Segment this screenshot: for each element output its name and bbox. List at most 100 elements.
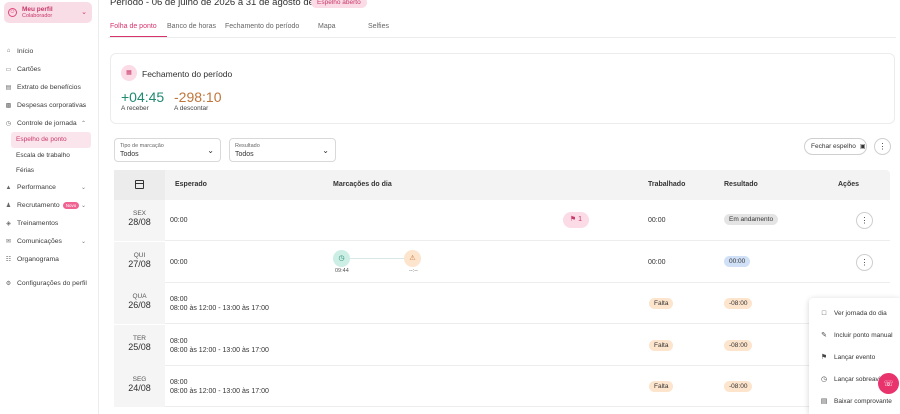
table-row: TER 25/08 08:00 08:00 às 12:00 - 13:00 à… xyxy=(114,325,890,366)
row-actions-button[interactable]: ⋮ xyxy=(856,212,873,229)
sidebar-item-label: Comunicações xyxy=(17,238,62,245)
tab-mapa[interactable]: Mapa xyxy=(318,23,368,37)
chart-icon: ▲ xyxy=(5,184,12,191)
sidebar-item-controle[interactable]: ◷ Controle de jornada ⌃ xyxy=(0,114,99,132)
menu-item-ver-jornada[interactable]: □ Ver jornada do dia xyxy=(809,306,887,320)
date-cell: SEG 24/08 xyxy=(114,366,165,407)
sidebar-item-treinamentos[interactable]: ◈ Treinamentos xyxy=(0,215,99,233)
receipt-icon: ▤ xyxy=(5,84,12,91)
menu-item-lancar-evento[interactable]: ⚑ Lançar evento xyxy=(809,350,875,364)
chevron-down-icon: ⌄ xyxy=(80,239,86,245)
chevron-down-icon: ⌄ xyxy=(322,146,329,155)
event-flag-button[interactable]: ⚑ 1 xyxy=(563,212,589,228)
fechar-espelho-button[interactable]: Fechar espelho ▣ xyxy=(804,138,867,155)
megaphone-icon: ✉ xyxy=(5,239,12,245)
result-badge: -08:00 xyxy=(724,340,753,351)
absence-badge: Falta xyxy=(649,340,674,351)
expected-schedule: 08:00 às 12:00 - 13:00 às 17:00 xyxy=(170,388,269,395)
sidebar-subitem-ferias[interactable]: Férias xyxy=(0,163,99,179)
lock-calendar-icon: ▣ xyxy=(859,144,866,150)
page-title: Período - 06 de julho de 2026 a 31 de ag… xyxy=(110,0,338,8)
result-badge: Em andamento xyxy=(724,214,779,225)
profile-name: Meu perfil xyxy=(22,5,53,13)
people-icon: ♟ xyxy=(5,203,12,209)
sidebar-item-despesas[interactable]: ▩ Despesas corporativas ⌄ xyxy=(0,96,99,114)
tab-banco-de-horas[interactable]: Banco de horas xyxy=(167,23,225,37)
sidebar-item-label: Início xyxy=(17,47,34,55)
home-icon: ⌂ xyxy=(6,48,11,54)
tipo-marcacao-select[interactable]: Tipo de marcação Todos ⌄ xyxy=(114,138,221,162)
button-label: Fechar espelho xyxy=(811,143,856,150)
expected-schedule: 08:00 às 12:00 - 13:00 às 17:00 xyxy=(170,305,269,312)
sidebar-item-label: Controle de jornada xyxy=(17,119,77,127)
descontar-label: A descontar xyxy=(174,105,209,112)
expected-hours: 08:00 08:00 às 12:00 - 13:00 às 17:00 xyxy=(170,378,269,396)
descontar-value: -298:10 xyxy=(174,89,222,105)
receipt-icon: ▤ xyxy=(820,398,828,405)
sidebar-item-extrato[interactable]: ▤ Extrato de benefícios xyxy=(0,78,99,96)
menu-item-incluir-ponto[interactable]: ✎ Incluir ponto manual xyxy=(809,328,892,342)
expected-hours: 08:00 08:00 às 12:00 - 13:00 às 17:00 xyxy=(170,295,269,313)
table-row: SEG 24/08 08:00 08:00 às 12:00 - 13:00 à… xyxy=(114,366,890,407)
summary-title: Fechamento do período xyxy=(142,69,233,79)
support-chat-button[interactable]: ☏ xyxy=(878,373,899,394)
select-value: Todos xyxy=(120,151,139,158)
sidebar-item-cartoes[interactable]: ▭ Cartões xyxy=(0,60,99,78)
row-actions-menu: □ Ver jornada do dia ✎ Incluir ponto manua… xyxy=(809,298,900,414)
table-row: QUI 27/08 00:00 ◷ 09:44 ⚠ --:-- 00:00 00… xyxy=(114,242,890,283)
absence-badge: Falta xyxy=(649,381,674,392)
menu-item-label: Baixar comprovante xyxy=(834,397,892,405)
profile-menu[interactable]: ☺ Meu perfil Colaborador ⌄ xyxy=(4,2,92,23)
absence-badge: Falta xyxy=(649,298,674,309)
calendar-icon xyxy=(135,180,144,189)
menu-item-baixar-comprovante[interactable]: ▤ Baixar comprovante xyxy=(809,394,892,408)
select-label: Tipo de marcação xyxy=(120,143,164,149)
flag-count: 1 xyxy=(578,216,583,223)
sidebar-subitem-espelho[interactable]: Espelho de ponto xyxy=(11,132,91,148)
resultado-select[interactable]: Resultado Todos ⌄ xyxy=(229,138,336,162)
weekday: TER xyxy=(133,335,146,342)
sidebar-item-inicio[interactable]: ⌂ Início xyxy=(0,42,99,60)
row-actions-button[interactable]: ⋮ xyxy=(856,254,873,271)
result-badge: -08:00 xyxy=(724,381,753,392)
flag-icon: ⚑ xyxy=(820,354,828,361)
header-trabalhado: Trabalhado xyxy=(648,181,686,188)
tab-fechamento[interactable]: Fechamento do período xyxy=(225,23,318,37)
chevron-down-icon: ⌄ xyxy=(80,185,86,191)
tab-bar: Folha de ponto Banco de horas Fechamento… xyxy=(110,23,408,37)
table-header: Esperado Marcações do dia Trabalhado Res… xyxy=(114,170,890,200)
clock-icon: ◷ xyxy=(820,376,828,383)
sidebar-item-label: Cartões xyxy=(17,65,41,73)
tabs-divider xyxy=(108,37,896,38)
tab-folha-de-ponto[interactable]: Folha de ponto xyxy=(110,23,167,37)
chevron-down-icon: ⌄ xyxy=(80,203,86,209)
sidebar-nav: ⌂ Início ▭ Cartões ▤ Extrato de benefícios … xyxy=(0,42,99,293)
sidebar-item-label: Despesas corporativas xyxy=(17,101,87,109)
more-options-button[interactable]: ⋮ xyxy=(874,138,891,155)
chevron-up-icon: ⌃ xyxy=(80,120,86,127)
sidebar-item-label: Performance xyxy=(17,184,56,191)
receber-label: A receber xyxy=(121,105,149,112)
sidebar-item-organograma[interactable]: ☷ Organograma xyxy=(0,251,99,269)
sidebar-item-label: Treinamentos xyxy=(17,220,59,227)
warning-icon[interactable]: ⚠ xyxy=(404,250,421,267)
sidebar-subitem-escala[interactable]: Escala de trabalho xyxy=(0,148,99,164)
clock-in-icon[interactable]: ◷ xyxy=(333,250,350,267)
chevron-down-icon: ⌄ xyxy=(81,9,87,16)
menu-item-label: Lançar evento xyxy=(834,353,876,361)
date: 25/08 xyxy=(128,342,151,352)
date-cell: QUI 27/08 xyxy=(114,242,165,283)
header-esperado: Esperado xyxy=(175,181,207,188)
sidebar-item-label: Extrato de benefícios xyxy=(17,83,81,91)
tab-selfies[interactable]: Selfies xyxy=(368,23,408,37)
calendar-check-icon: ▦ xyxy=(121,65,137,81)
sidebar-item-performance[interactable]: ▲ Performance ⌄ xyxy=(0,179,99,197)
worked-hours: 00:00 xyxy=(648,259,666,266)
headset-icon: ☏ xyxy=(883,379,894,388)
sidebar-item-configuracoes[interactable]: ⚙ Configurações do perfil xyxy=(0,275,99,293)
result-badge: 00:00 xyxy=(724,256,751,267)
date: 27/08 xyxy=(128,259,151,269)
sidebar-item-comunicacoes[interactable]: ✉ Comunicações ⌄ xyxy=(0,233,99,251)
sidebar-item-recrutamento[interactable]: ♟ Recrutamento Novo ⌄ xyxy=(0,197,99,215)
menu-item-lancar-sobreaviso[interactable]: ◷ Lançar sobreaviso xyxy=(809,372,887,386)
